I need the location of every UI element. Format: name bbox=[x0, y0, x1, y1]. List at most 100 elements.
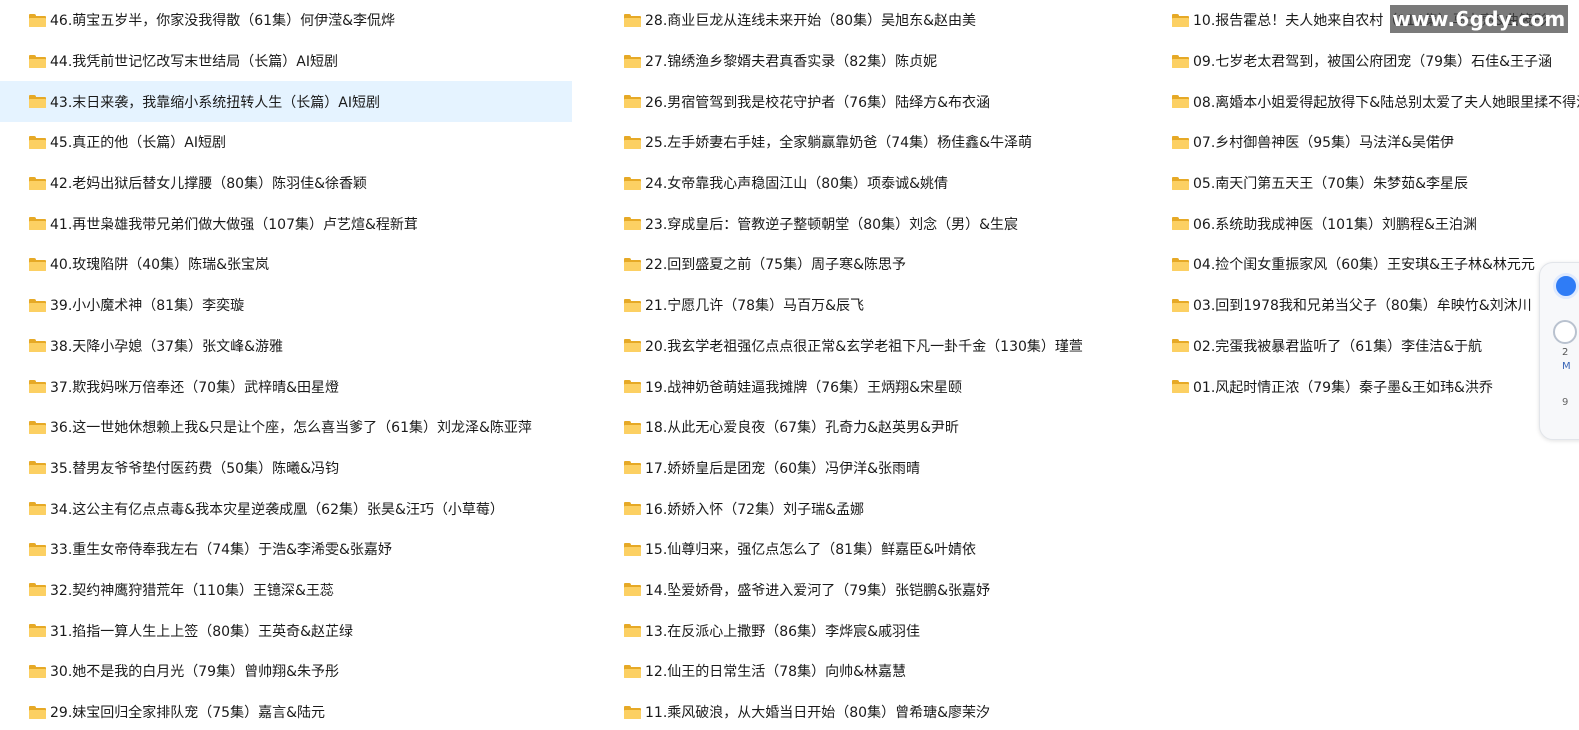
folder-item[interactable]: 20.我玄学老祖强亿点点很正常&玄学老祖下凡一卦千金（130集）瑾萱 bbox=[595, 326, 1150, 367]
folder-name: 41.再世枭雄我带兄弟们做大做强（107集）卢艺煊&程新茸 bbox=[50, 216, 418, 233]
folder-icon bbox=[624, 298, 641, 312]
folder-item[interactable]: 23.穿成皇后：管教逆子整顿朝堂（80集）刘念（男）&生宸 bbox=[595, 203, 1150, 244]
folder-item[interactable]: 12.仙王的日常生活（78集）向帅&林嘉慧 bbox=[595, 651, 1150, 692]
folder-name: 16.娇娇入怀（72集）刘子瑞&孟娜 bbox=[645, 501, 864, 518]
folder-name: 30.她不是我的白月光（79集）曾帅翔&朱予彤 bbox=[50, 664, 339, 681]
folder-item[interactable]: 05.南天门第五天王（70集）朱梦茹&李星辰 bbox=[1145, 163, 1579, 204]
folder-icon bbox=[1172, 217, 1189, 231]
folder-item[interactable]: 13.在反派心上撒野（86集）李烨宸&戚羽佳 bbox=[595, 610, 1150, 651]
folder-item[interactable]: 29.妹宝回归全家排队宠（75集）嘉言&陆元 bbox=[0, 692, 572, 730]
folder-item[interactable]: 45.真正的他（长篇）AI短剧 bbox=[0, 122, 572, 163]
folder-icon bbox=[624, 624, 641, 638]
folder-icon bbox=[624, 176, 641, 190]
folder-name: 37.欺我妈咪万倍奉还（70集）武梓晴&田星燈 bbox=[50, 379, 339, 396]
folder-icon bbox=[29, 176, 46, 190]
folder-item[interactable]: 22.回到盛夏之前（75集）周子寒&陈思予 bbox=[595, 244, 1150, 285]
folder-item[interactable]: 18.从此无心爱良夜（67集）孔奇力&赵英男&尹昕 bbox=[595, 407, 1150, 448]
folder-name: 21.宁愿几许（78集）马百万&辰飞 bbox=[645, 298, 864, 315]
folder-icon bbox=[1172, 257, 1189, 271]
folder-name: 29.妹宝回归全家排队宠（75集）嘉言&陆元 bbox=[50, 705, 325, 722]
folder-name: 45.真正的他（长篇）AI短剧 bbox=[50, 135, 226, 152]
folder-item[interactable]: 25.左手娇妻右手娃，全家躺赢靠奶爸（74集）杨佳鑫&牛泽萌 bbox=[595, 122, 1150, 163]
folder-icon bbox=[1172, 135, 1189, 149]
folder-icon bbox=[624, 339, 641, 353]
folder-item[interactable]: 16.娇娇入怀（72集）刘子瑞&孟娜 bbox=[595, 488, 1150, 529]
folder-icon bbox=[624, 95, 641, 109]
folder-item[interactable]: 43.末日来袭，我靠缩小系统扭转人生（长篇）AI短剧 bbox=[0, 81, 572, 123]
folder-item[interactable]: 41.再世枭雄我带兄弟们做大做强（107集）卢艺煊&程新茸 bbox=[0, 203, 572, 244]
folder-item[interactable]: 02.完蛋我被暴君监听了（61集）李佳洁&于航 bbox=[1145, 326, 1579, 367]
folder-icon bbox=[29, 664, 46, 678]
folder-item[interactable]: 14.坠爱娇骨，盛爷进入爱河了（79集）张铠鹏&张嘉妤 bbox=[595, 570, 1150, 611]
folder-item[interactable]: 11.乘风破浪，从大婚当日开始（80集）曾希瑭&廖茉汐 bbox=[595, 692, 1150, 730]
folder-item[interactable]: 44.我凭前世记忆改写末世结局（长篇）AI短剧 bbox=[0, 41, 572, 82]
folder-item[interactable]: 36.这一世她休想赖上我&只是让个座，怎么喜当爹了（61集）刘龙泽&陈亚萍 bbox=[0, 407, 572, 448]
folder-item[interactable]: 34.这公主有亿点点毒&我本灾星逆袭成凰（62集）张昊&汪巧（小草莓） bbox=[0, 488, 572, 529]
folder-item[interactable]: 09.七岁老太君驾到，被国公府团宠（79集）石佳&王子涵 bbox=[1145, 41, 1579, 82]
folder-icon bbox=[1172, 176, 1189, 190]
folder-item[interactable]: 24.女帝靠我心声稳固江山（80集）项泰诚&姚倩 bbox=[595, 163, 1150, 204]
folder-item[interactable]: 26.男宿管驾到我是校花守护者（76集）陆绎方&布衣涵 bbox=[595, 81, 1150, 122]
folder-item[interactable]: 19.战神奶爸萌娃逼我摊牌（76集）王炳翔&宋星颐 bbox=[595, 366, 1150, 407]
folder-item[interactable]: 32.契约神鹰狩猎荒年（110集）王镱深&王蕊 bbox=[0, 570, 572, 611]
folder-name: 42.老妈出狱后替女儿撑腰（80集）陈羽佳&徐香颖 bbox=[50, 176, 367, 193]
folder-icon bbox=[29, 461, 46, 475]
folder-item[interactable]: 39.小小魔术神（81集）李奕璇 bbox=[0, 285, 572, 326]
folder-name: 33.重生女帝侍奉我左右（74集）于浩&李浠雯&张嘉妤 bbox=[50, 542, 392, 559]
folder-icon bbox=[29, 95, 46, 109]
folder-item[interactable]: 31.掐指一算人生上上签（80集）王英奇&赵芷绿 bbox=[0, 610, 572, 651]
folder-icon bbox=[624, 705, 641, 719]
widget-text-3: 9 bbox=[1562, 397, 1569, 408]
folder-icon bbox=[29, 54, 46, 68]
floating-side-widget[interactable]: 2 M 9 bbox=[1539, 262, 1579, 440]
folder-icon bbox=[1172, 298, 1189, 312]
folder-item[interactable]: 17.娇娇皇后是团宠（60集）冯伊洋&张雨晴 bbox=[595, 448, 1150, 489]
folder-item[interactable]: 33.重生女帝侍奉我左右（74集）于浩&李浠雯&张嘉妤 bbox=[0, 529, 572, 570]
folder-name: 12.仙王的日常生活（78集）向帅&林嘉慧 bbox=[645, 664, 906, 681]
folder-item[interactable]: 40.玫瑰陷阱（40集）陈瑞&张宝岚 bbox=[0, 244, 572, 285]
folder-icon bbox=[29, 380, 46, 394]
folder-item[interactable]: 30.她不是我的白月光（79集）曾帅翔&朱予彤 bbox=[0, 651, 572, 692]
folder-icon bbox=[624, 135, 641, 149]
folder-icon bbox=[624, 420, 641, 434]
folder-item[interactable]: 07.乡村御兽神医（95集）马法洋&吴偌伊 bbox=[1145, 122, 1579, 163]
folder-icon bbox=[29, 298, 46, 312]
widget-text-1: 2 bbox=[1562, 347, 1569, 358]
folder-icon bbox=[624, 664, 641, 678]
folder-name: 34.这公主有亿点点毒&我本灾星逆袭成凰（62集）张昊&汪巧（小草莓） bbox=[50, 501, 504, 518]
folder-item[interactable]: 46.萌宝五岁半，你家没我得散（61集）何伊滢&李侃烨 bbox=[0, 0, 572, 41]
folder-name: 40.玫瑰陷阱（40集）陈瑞&张宝岚 bbox=[50, 257, 269, 274]
folder-name: 25.左手娇妻右手娃，全家躺赢靠奶爸（74集）杨佳鑫&牛泽萌 bbox=[645, 135, 1032, 152]
folder-icon bbox=[29, 135, 46, 149]
widget-ring-icon[interactable] bbox=[1553, 320, 1577, 344]
widget-assistant-icon[interactable] bbox=[1553, 273, 1579, 299]
folder-icon bbox=[1172, 54, 1189, 68]
folder-item[interactable]: 04.捡个闺女重振家风（60集）王安琪&王子林&林元元 bbox=[1145, 244, 1579, 285]
folder-item[interactable]: 27.锦绣渔乡黎婿夫君真香实录（82集）陈贞妮 bbox=[595, 41, 1150, 82]
folder-item[interactable]: 38.天降小孕媳（37集）张文峰&游雅 bbox=[0, 326, 572, 367]
folder-icon bbox=[29, 624, 46, 638]
folder-item[interactable]: 01.风起时情正浓（79集）秦子墨&王如玮&洪乔 bbox=[1145, 366, 1579, 407]
folder-name: 03.回到1978我和兄弟当父子（80集）牟映竹&刘沐川 bbox=[1193, 298, 1532, 315]
folder-icon bbox=[29, 420, 46, 434]
folder-name: 14.坠爱娇骨，盛爷进入爱河了（79集）张铠鹏&张嘉妤 bbox=[645, 582, 990, 599]
folder-item[interactable]: 28.商业巨龙从连线未来开始（80集）吴旭东&赵由美 bbox=[595, 0, 1150, 41]
folder-name: 39.小小魔术神（81集）李奕璇 bbox=[50, 298, 245, 315]
folder-item[interactable]: 15.仙尊归来，强亿点怎么了（81集）鲜嘉臣&叶婧依 bbox=[595, 529, 1150, 570]
folder-name: 08.离婚本小姐爱得起放得下&陆总别太爱了夫人她眼里揉不得沙子 bbox=[1193, 94, 1579, 111]
folder-name: 04.捡个闺女重振家风（60集）王安琪&王子林&林元元 bbox=[1193, 257, 1535, 274]
folder-item[interactable]: 21.宁愿几许（78集）马百万&辰飞 bbox=[595, 285, 1150, 326]
folder-item[interactable]: 08.离婚本小姐爱得起放得下&陆总别太爱了夫人她眼里揉不得沙子 bbox=[1145, 81, 1579, 122]
folder-icon bbox=[29, 542, 46, 556]
file-column-1: 46.萌宝五岁半，你家没我得散（61集）何伊滢&李侃烨 44.我凭前世记忆改写末世… bbox=[0, 0, 572, 730]
folder-item[interactable]: 03.回到1978我和兄弟当父子（80集）牟映竹&刘沐川 bbox=[1145, 285, 1579, 326]
folder-icon bbox=[624, 542, 641, 556]
folder-item[interactable]: 37.欺我妈咪万倍奉还（70集）武梓晴&田星燈 bbox=[0, 366, 572, 407]
folder-item[interactable]: 35.替男友爷爷垫付医药费（50集）陈曦&冯钧 bbox=[0, 448, 572, 489]
folder-name: 35.替男友爷爷垫付医药费（50集）陈曦&冯钧 bbox=[50, 460, 339, 477]
folder-item[interactable]: 06.系统助我成神医（101集）刘鹏程&王泊渊 bbox=[1145, 203, 1579, 244]
folder-name: 23.穿成皇后：管教逆子整顿朝堂（80集）刘念（男）&生宸 bbox=[645, 216, 1018, 233]
folder-item[interactable]: 42.老妈出狱后替女儿撑腰（80集）陈羽佳&徐香颖 bbox=[0, 163, 572, 204]
folder-name: 22.回到盛夏之前（75集）周子寒&陈思予 bbox=[645, 257, 906, 274]
folder-icon bbox=[29, 583, 46, 597]
